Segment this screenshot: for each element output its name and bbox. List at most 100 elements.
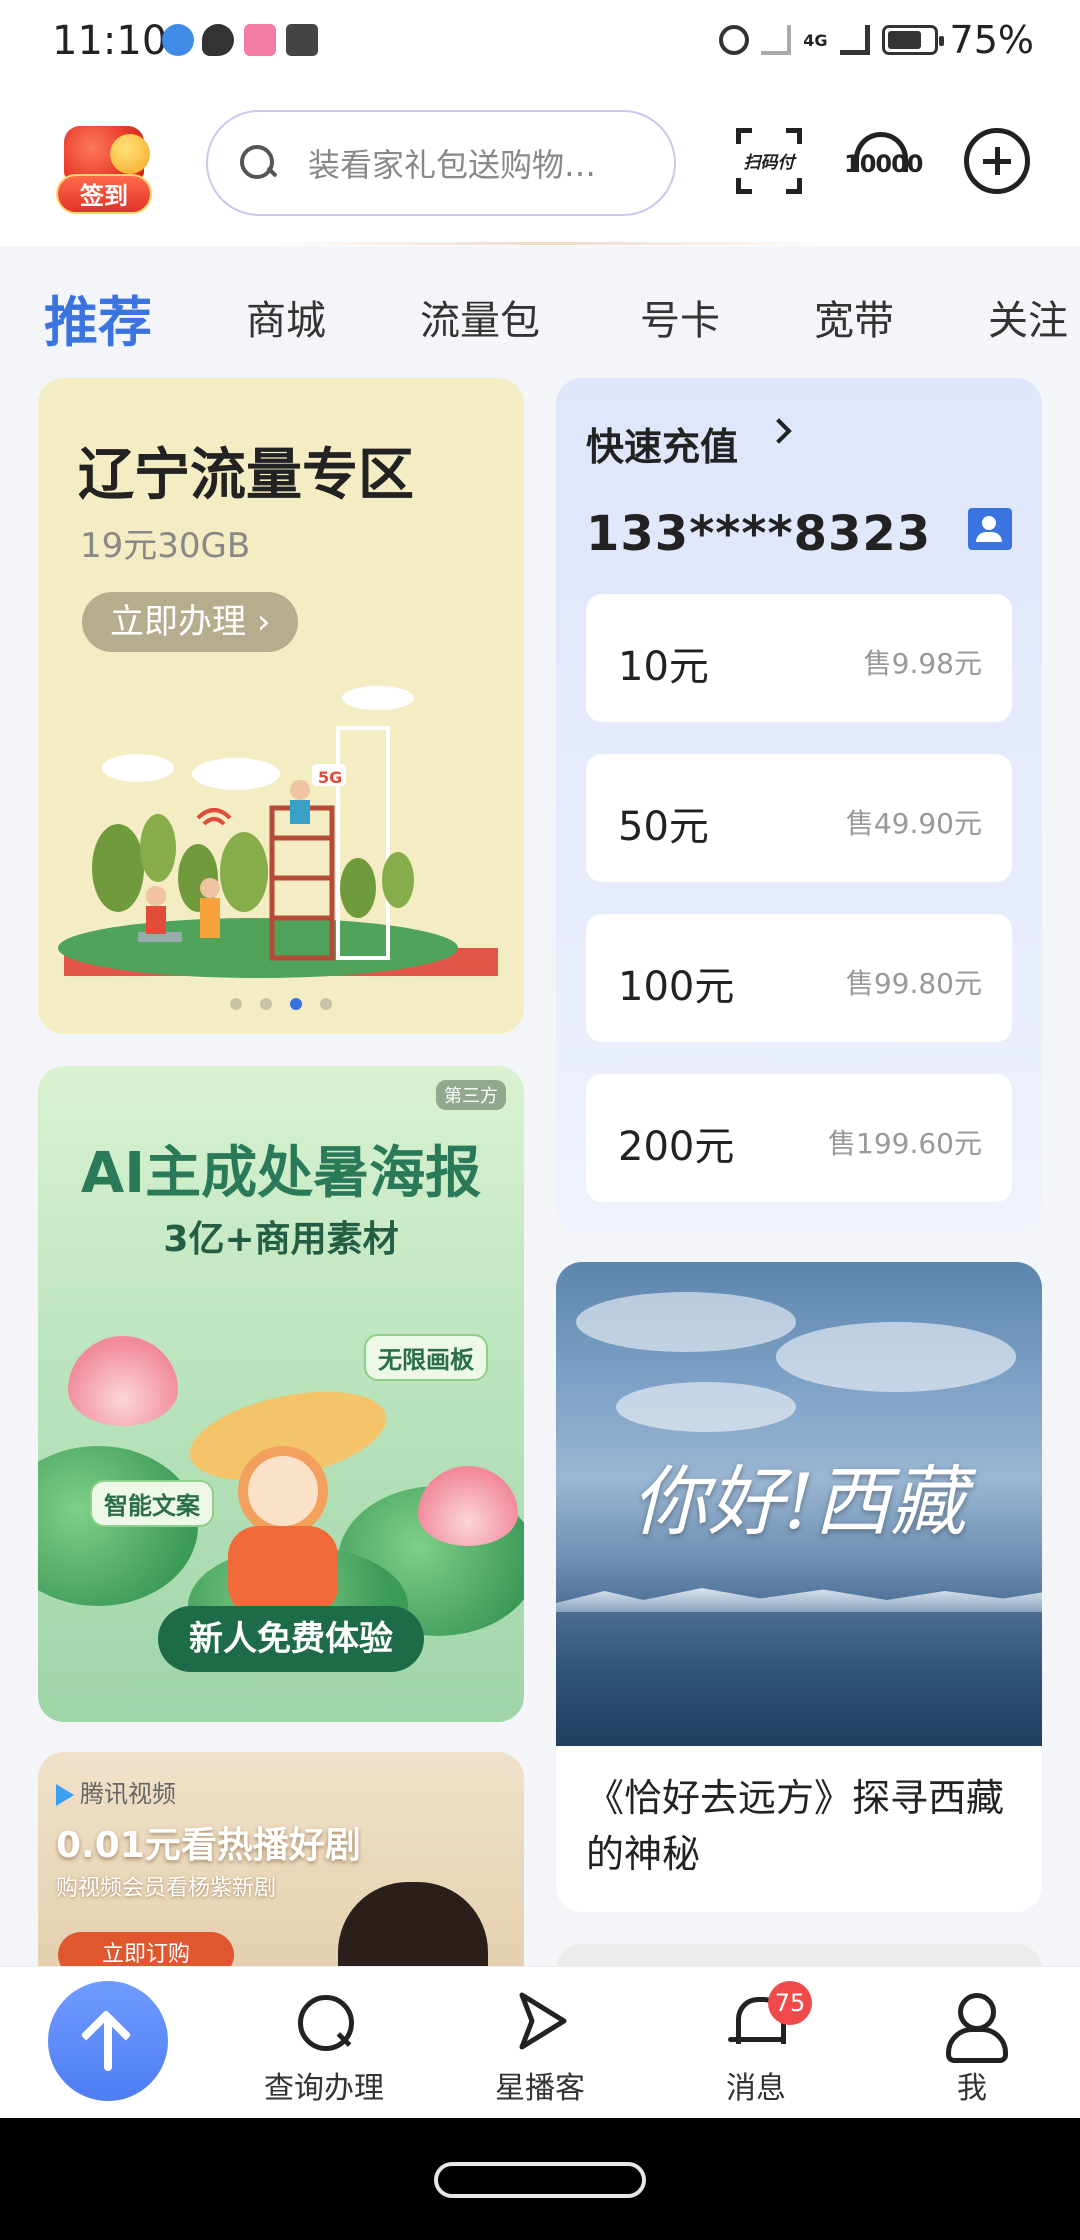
nav-star-podcast[interactable]: 星播客 bbox=[460, 1989, 620, 2107]
cloud-shape bbox=[192, 758, 280, 790]
contacts-icon[interactable] bbox=[968, 508, 1012, 550]
recharge-option[interactable]: 100元 售99.80元 bbox=[586, 914, 1012, 1042]
alarm-icon bbox=[719, 25, 750, 55]
search-bar[interactable]: 装看家礼包送购物… bbox=[206, 110, 676, 216]
cloud-shape bbox=[102, 754, 174, 782]
search-placeholder: 装看家礼包送购物… bbox=[308, 146, 597, 184]
wifi-icon bbox=[196, 808, 232, 826]
tibet-lake-image: 你好!西藏 bbox=[556, 1262, 1042, 1746]
search-icon bbox=[292, 1989, 356, 2053]
recharge-amount: 10元 bbox=[618, 644, 709, 690]
mountain-range-shape bbox=[556, 1588, 1042, 1612]
tibet-article-card[interactable]: 你好!西藏 《恰好去远方》探寻西藏的神秘 bbox=[556, 1262, 1042, 1912]
battery-text: 75% bbox=[949, 18, 1034, 62]
recharge-amount: 100元 bbox=[618, 964, 735, 1010]
tencent-video-brand: 腾讯视频 bbox=[80, 1780, 176, 1808]
signal-weak-icon bbox=[761, 25, 792, 55]
tencent-video-logo: 腾讯视频 bbox=[56, 1774, 176, 1809]
signal-strong-icon bbox=[839, 25, 870, 55]
recharge-option[interactable]: 200元 售199.60元 bbox=[586, 1074, 1012, 1202]
carousel-dot[interactable] bbox=[260, 998, 272, 1010]
recharge-price: 售199.60元 bbox=[828, 1127, 982, 1160]
play-arrow-icon bbox=[519, 1992, 567, 2050]
person-shape bbox=[290, 800, 310, 824]
tibet-image-caption: 你好!西藏 bbox=[631, 1457, 967, 1546]
person-shape bbox=[146, 906, 166, 934]
recharge-title[interactable]: 快速充值 bbox=[586, 416, 738, 471]
nav-messages-label: 消息 bbox=[726, 2071, 786, 2106]
recharge-option[interactable]: 10元 售9.98元 bbox=[586, 594, 1012, 722]
recharge-price: 售99.80元 bbox=[845, 967, 982, 1000]
nav-query[interactable]: 查询办理 bbox=[244, 1989, 404, 2107]
recharge-price: 售49.90元 bbox=[845, 807, 982, 840]
tencent-card-title: 0.01元看热播好剧 bbox=[56, 1825, 361, 1866]
carousel-dot-active[interactable] bbox=[290, 998, 302, 1010]
carousel-dots bbox=[38, 998, 524, 1010]
person-icon bbox=[940, 1989, 1008, 2063]
tree-shape bbox=[382, 852, 414, 908]
signin-button[interactable]: 签到 bbox=[48, 126, 160, 216]
home-gesture-handle[interactable] bbox=[434, 2162, 646, 2198]
hedge-shape bbox=[58, 918, 458, 978]
person-shape bbox=[200, 878, 220, 898]
customer-service-label: 10000 bbox=[844, 150, 924, 178]
carousel-dot[interactable] bbox=[320, 998, 332, 1010]
tab-data-pack[interactable]: 流量包 bbox=[420, 288, 540, 346]
ai-tag-canvas: 无限画板 bbox=[364, 1334, 488, 1381]
recharge-option[interactable]: 50元 售49.90元 bbox=[586, 754, 1012, 882]
coin-icon bbox=[110, 134, 150, 174]
scan-pay-label: 扫码付 bbox=[743, 153, 795, 173]
promo-apply-label: 立即办理 bbox=[110, 602, 246, 642]
recharge-price: 售9.98元 bbox=[863, 647, 982, 680]
tencent-card-subtitle: 购视频会员看杨紫新剧 bbox=[56, 1876, 277, 1901]
recharge-phone-number[interactable]: 133****8323 bbox=[586, 506, 931, 562]
system-navigation-bar bbox=[0, 2118, 1080, 2240]
customer-service-button[interactable]: 10000 bbox=[844, 128, 924, 194]
header-divider bbox=[250, 242, 850, 245]
fiveg-label: 5G bbox=[318, 768, 343, 787]
bilibili-icon bbox=[244, 24, 276, 56]
tab-follow[interactable]: 关注 bbox=[988, 288, 1068, 346]
nav-me-label: 我 bbox=[957, 2071, 987, 2106]
back-to-top-button[interactable] bbox=[48, 1981, 168, 2101]
network-label: 4G bbox=[803, 30, 828, 50]
chat-icon bbox=[202, 24, 234, 56]
ai-free-trial-button[interactable]: 新人免费体验 bbox=[158, 1606, 424, 1672]
bottom-navigation: 查询办理 星播客 75 消息 我 bbox=[0, 1966, 1080, 2118]
cloud-shape bbox=[576, 1292, 796, 1352]
tencent-video-ad-card[interactable]: 腾讯视频 0.01元看热播好剧 购视频会员看杨紫新剧 立即订购 bbox=[38, 1752, 524, 1992]
promo-title: 辽宁流量专区 bbox=[78, 443, 414, 508]
park-illustration bbox=[58, 686, 498, 978]
quick-recharge-card: 快速充值 133****8323 10元 售9.98元 50元 售49.90元 … bbox=[556, 378, 1042, 1232]
nav-query-label: 查询办理 bbox=[264, 2071, 384, 2106]
scan-pay-button[interactable]: 扫码付 bbox=[736, 128, 802, 194]
tab-mall[interactable]: 商城 bbox=[246, 288, 326, 346]
ai-poster-ad-card[interactable]: 第三方 AI主成处暑海报 3亿+商用素材 无限画板 智能文案 新人免费体验 bbox=[38, 1066, 524, 1722]
app-header: 签到 装看家礼包送购物… 扫码付 10000 bbox=[0, 86, 1080, 246]
cloud-shape bbox=[776, 1322, 1016, 1392]
cloud-shape bbox=[342, 686, 414, 710]
promo-subtitle: 19元30GB bbox=[80, 526, 251, 566]
nav-me[interactable]: 我 bbox=[892, 1989, 1052, 2107]
girl-face-shape bbox=[238, 1446, 328, 1536]
status-time: 11:10 bbox=[52, 18, 168, 64]
nav-star-podcast-label: 星播客 bbox=[495, 2071, 585, 2106]
tree-shape bbox=[340, 858, 376, 918]
carousel-dot[interactable] bbox=[230, 998, 242, 1010]
chevron-right-icon: › bbox=[256, 602, 271, 642]
add-button[interactable] bbox=[964, 128, 1030, 194]
battery-icon bbox=[881, 25, 944, 55]
category-tabs: 推荐 商城 流量包 号卡 宽带 关注 bbox=[0, 270, 1080, 370]
browser-icon bbox=[162, 24, 194, 56]
tree-shape bbox=[220, 832, 268, 912]
nav-messages[interactable]: 75 消息 bbox=[676, 1981, 836, 2107]
tab-broadband[interactable]: 宽带 bbox=[814, 288, 894, 346]
promo-apply-button[interactable]: 立即办理 › bbox=[82, 592, 299, 652]
tab-number-card[interactable]: 号卡 bbox=[640, 288, 720, 346]
search-icon bbox=[238, 143, 278, 183]
chevron-right-icon[interactable] bbox=[766, 418, 792, 444]
tab-recommend[interactable]: 推荐 bbox=[44, 278, 152, 357]
tree-shape bbox=[140, 814, 176, 882]
play-icon bbox=[56, 1784, 74, 1806]
liaoning-promo-card[interactable]: 辽宁流量专区 19元30GB 立即办理 › 5G bbox=[38, 378, 524, 1034]
